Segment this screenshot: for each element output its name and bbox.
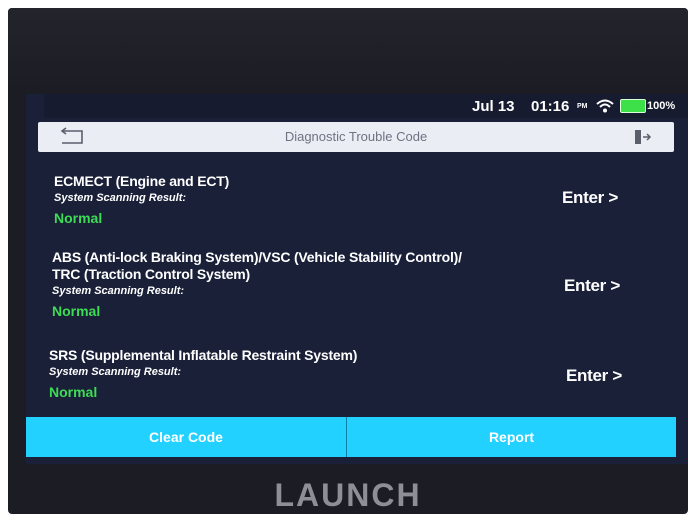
wifi-icon — [596, 99, 614, 113]
status-time: 01:16 — [531, 98, 570, 115]
header-bar: Diagnostic Trouble Code — [38, 122, 674, 152]
status-ampm: PM — [577, 103, 588, 110]
brand-logo: LAUNCH — [274, 477, 422, 513]
page-title: Diagnostic Trouble Code — [284, 129, 428, 144]
system-name: SRS (Supplemental Inflatable Restraint S… — [49, 347, 358, 363]
scan-result-status: Normal — [49, 384, 98, 400]
tablet-device: Jul 13 01:16 PM 100% Diagnostic Trouble … — [8, 8, 688, 514]
system-name-line-1: ABS (Anti-lock Braking System)/VSC (Vehi… — [52, 249, 462, 265]
enter-button-srs[interactable]: Enter > — [566, 366, 622, 386]
scan-result-status: Normal — [54, 210, 103, 226]
status-bar: Jul 13 01:16 PM 100% — [44, 94, 688, 118]
battery-icon — [620, 99, 646, 113]
device-bezel-top — [8, 8, 688, 90]
enter-button-ecmect[interactable]: Enter > — [562, 188, 618, 208]
exit-icon[interactable] — [632, 127, 652, 147]
battery-level: 100% — [647, 100, 676, 112]
scan-result-status: Normal — [52, 303, 101, 319]
enter-button-abs[interactable]: Enter > — [564, 276, 620, 296]
report-button[interactable]: Report — [347, 417, 676, 457]
screen: Jul 13 01:16 PM 100% Diagnostic Trouble … — [26, 94, 688, 464]
status-date: Jul 13 — [472, 98, 515, 115]
action-bar: Clear Code Report — [26, 417, 676, 457]
clear-code-button[interactable]: Clear Code — [26, 417, 346, 457]
